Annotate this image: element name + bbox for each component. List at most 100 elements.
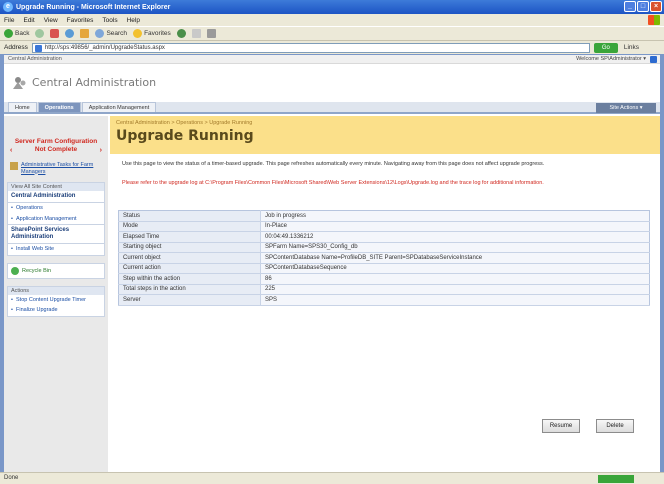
error-arrow-left-icon: ‹ (10, 147, 13, 154)
menu-tools[interactable]: Tools (102, 17, 117, 24)
tasks-icon (10, 162, 18, 170)
row-value: SPFarm Name=SPS30_Config_db (260, 242, 650, 253)
table-row: Elapsed Time 00:04:49.1336212 (118, 231, 650, 243)
table-row: Mode In-Place (118, 221, 650, 232)
resume-button[interactable]: Resume (542, 419, 580, 433)
sharepoint-topbar: Central Administration Welcome SP\Admini… (4, 55, 660, 64)
search-icon (95, 29, 105, 38)
row-value: SPContentDatabaseSequence (260, 263, 650, 274)
back-button[interactable]: Back (4, 29, 29, 38)
maximize-button[interactable]: □ (637, 1, 649, 12)
top-navigation-tabs: Home Operations Application Management S… (4, 102, 660, 114)
help-icon[interactable] (650, 56, 657, 63)
row-value: SPContentDatabase Name=ProfileDB_SITE Pa… (260, 252, 650, 264)
menu-edit[interactable]: Edit (23, 17, 34, 24)
site-actions-menu[interactable]: Site Actions ▾ (596, 103, 656, 113)
security-zone-indicator (598, 475, 634, 483)
delete-button[interactable]: Delete (596, 419, 634, 433)
mail-button[interactable] (191, 29, 201, 38)
browser-status-bar: Done (0, 472, 664, 484)
page-title: Upgrade Running (116, 128, 254, 144)
print-button[interactable] (206, 29, 216, 38)
table-row: Total steps in the action 225 (118, 284, 650, 295)
minimize-button[interactable]: _ (624, 1, 636, 12)
browser-toolbar: Back Search Favorites (0, 26, 664, 40)
row-label: Starting object (118, 242, 261, 253)
row-value: 225 (260, 284, 650, 295)
back-arrow-icon (4, 29, 13, 38)
nav-group-central-administration[interactable]: Central Administration (8, 191, 104, 203)
status-text: Done (4, 475, 19, 481)
stop-button[interactable] (50, 29, 60, 38)
forward-arrow-icon (35, 29, 45, 38)
site-header: Central Administration (4, 64, 660, 102)
address-label: Address (4, 44, 28, 51)
view-all-site-content-link[interactable]: View All Site Content (8, 183, 104, 191)
quick-launch: View All Site Content Central Administra… (7, 182, 105, 256)
action-finalize-upgrade[interactable]: Finalize Upgrade (8, 305, 104, 316)
breadcrumb[interactable]: Central Administration > Operations > Up… (116, 120, 252, 126)
row-label: Status (118, 210, 261, 222)
row-value: SPS (260, 294, 650, 306)
stop-icon (50, 29, 60, 38)
row-value: In-Place (260, 221, 650, 232)
welcome-menu[interactable]: Welcome SP\Administrator ▾ (576, 55, 646, 63)
favorites-button[interactable]: Favorites (133, 29, 171, 38)
search-button[interactable]: Search (95, 29, 127, 38)
address-bar: Address http://sps:49856/_admin/UpgradeS… (0, 40, 664, 54)
row-label: Current action (118, 263, 261, 274)
window-titlebar: e Upgrade Running - Microsoft Internet E… (0, 0, 664, 14)
error-arrow-right-icon: › (99, 147, 102, 154)
mail-icon (191, 29, 201, 38)
tab-home[interactable]: Home (8, 102, 37, 112)
history-button[interactable] (176, 29, 186, 38)
menu-file[interactable]: File (4, 17, 14, 24)
refresh-button[interactable] (65, 29, 75, 38)
nav-item-operations[interactable]: Operations (8, 203, 104, 214)
menu-favorites[interactable]: Favorites (67, 17, 94, 24)
site-title[interactable]: Central Administration (32, 76, 156, 89)
nav-group-sharepoint-services-administration[interactable]: SharePoint Services Administration (8, 224, 104, 244)
nav-item-application-management[interactable]: Application Management (8, 214, 104, 225)
window-title: Upgrade Running - Microsoft Internet Exp… (16, 3, 171, 11)
configuration-error-notice[interactable]: ‹ Server Farm Configuration Not Complete… (10, 138, 102, 154)
row-label: Current object (118, 252, 261, 264)
row-label: Mode (118, 221, 261, 232)
recycle-bin-icon (11, 266, 19, 275)
row-value: 86 (260, 273, 650, 285)
star-icon (133, 29, 143, 38)
forward-button[interactable] (35, 29, 45, 38)
home-button[interactable] (80, 29, 90, 38)
table-row: Current object SPContentDatabase Name=Pr… (118, 252, 650, 264)
tab-operations[interactable]: Operations (37, 102, 81, 112)
internet-explorer-icon: e (3, 2, 13, 12)
administrative-tasks-link[interactable]: Administrative Tasks for Farm Managers (10, 162, 102, 175)
menu-help[interactable]: Help (127, 17, 140, 24)
table-row: Starting object SPFarm Name=SPS30_Config… (118, 242, 650, 253)
upgrade-status-table: Status Job in progress Mode In-Place Ela… (118, 210, 650, 306)
links-label[interactable]: Links (624, 44, 639, 51)
address-input[interactable]: http://sps:49856/_admin/UpgradeStatus.as… (31, 42, 590, 53)
sharepoint-logo-icon (13, 77, 26, 89)
nav-item-install-web-site[interactable]: Install Web Site (8, 244, 104, 255)
row-value: Job in progress (260, 210, 650, 222)
action-stop-content-upgrade-timer[interactable]: Stop Content Upgrade Timer (8, 295, 104, 306)
menu-view[interactable]: View (44, 17, 58, 24)
row-label: Elapsed Time (118, 231, 261, 243)
error-text: Server Farm Configuration Not Complete (14, 138, 98, 153)
table-row: Step within the action 86 (118, 273, 650, 285)
recycle-bin-link[interactable]: Recycle Bin (7, 262, 105, 279)
topbar-site-link[interactable]: Central Administration (8, 56, 62, 62)
actions-header: Actions (8, 286, 104, 295)
go-button[interactable]: Go (593, 42, 618, 53)
refresh-icon (65, 29, 75, 38)
home-icon (80, 29, 90, 38)
row-label: Step within the action (118, 273, 261, 285)
history-icon (176, 29, 186, 38)
table-row: Current action SPContentDatabaseSequence (118, 263, 650, 274)
tab-application-management[interactable]: Application Management (81, 102, 157, 112)
row-label: Total steps in the action (118, 284, 261, 295)
menu-bar: File Edit View Favorites Tools Help (0, 14, 664, 26)
upgrade-log-notice: Please refer to the upgrade log at C:\Pr… (122, 180, 544, 186)
close-button[interactable]: × (650, 1, 662, 12)
